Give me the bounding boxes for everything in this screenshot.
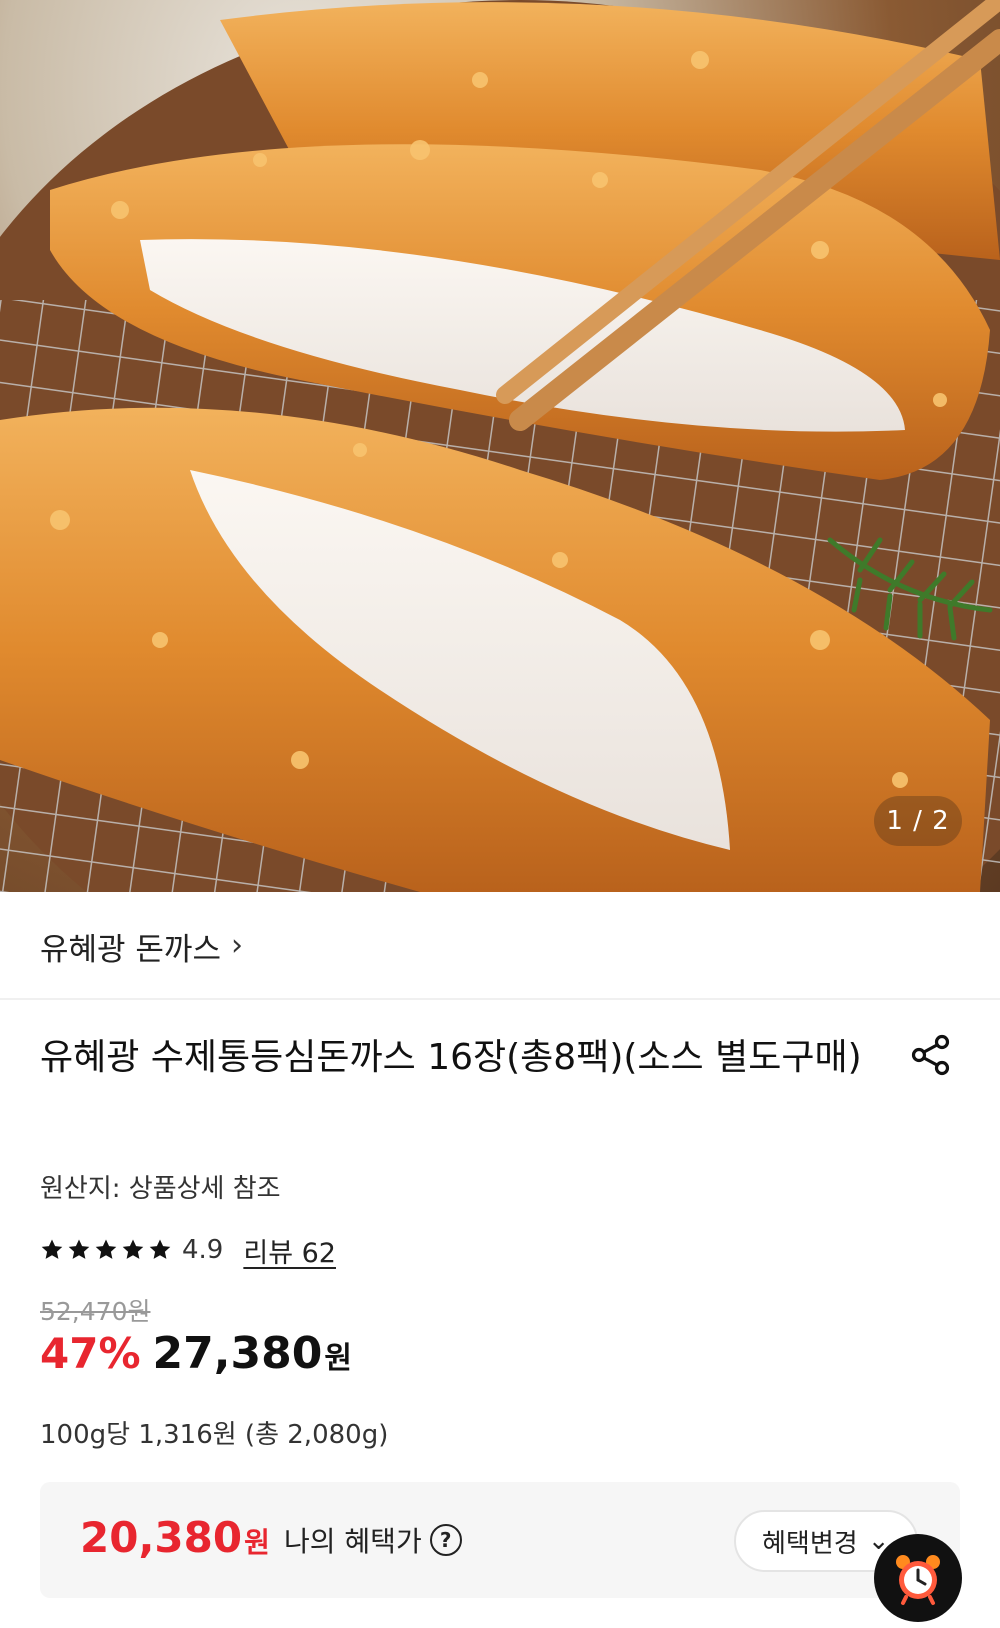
brand-link[interactable]: 유혜광 돈까스 › [40,920,243,972]
price-row: 47% 27,380 원 [40,1328,352,1388]
benefit-amount: 20,380 [80,1513,243,1562]
sale-price: 27,380 [152,1328,323,1379]
origin-info: 원산지: 상품상세 참조 [40,1174,281,1204]
star-icon [41,1239,63,1259]
sale-price-currency: 원 [324,1341,352,1376]
share-button[interactable] [906,1030,956,1080]
product-title: 유혜광 수제통등심돈까스 16장(총8팩)(소스 별도구매) [40,1037,862,1078]
section-divider [0,998,1000,1000]
benefit-label: 나의 혜택가 [284,1525,422,1558]
star-icon [149,1239,171,1259]
star-icon [68,1239,90,1259]
rating-value: 4.9 [182,1235,224,1265]
benefit-label-group: 나의 혜택가 ? [284,1520,462,1560]
product-photo [0,0,1000,892]
star-rating [40,1238,172,1262]
benefit-currency: 원 [244,1526,270,1559]
original-price: 52,470원 [40,1297,151,1326]
discount-rate: 47% [40,1329,141,1378]
alarm-clock-icon [896,1555,940,1605]
star-icon [122,1239,144,1259]
unit-price: 100g당 1,316원 (총 2,080g) [40,1420,389,1450]
share-icon [911,1034,950,1076]
benefit-price-box: 20,380 원 나의 혜택가 ? 혜택변경 ⌄ [40,1482,960,1598]
change-benefit-label: 혜택변경 [762,1528,858,1559]
product-image[interactable]: 1 / 2 [0,0,1000,892]
review-link[interactable]: 리뷰 62 [243,1231,336,1270]
chevron-right-icon: › [230,927,243,963]
star-icon [95,1239,117,1259]
rating-row: 4.9 리뷰 62 [40,1228,336,1272]
alarm-button[interactable] [874,1534,962,1622]
benefit-price: 20,380 원 [80,1513,270,1562]
help-circle-icon[interactable]: ? [429,1524,462,1556]
brand-name: 유혜광 돈까스 [40,931,221,968]
image-counter: 1 / 2 [874,796,962,846]
